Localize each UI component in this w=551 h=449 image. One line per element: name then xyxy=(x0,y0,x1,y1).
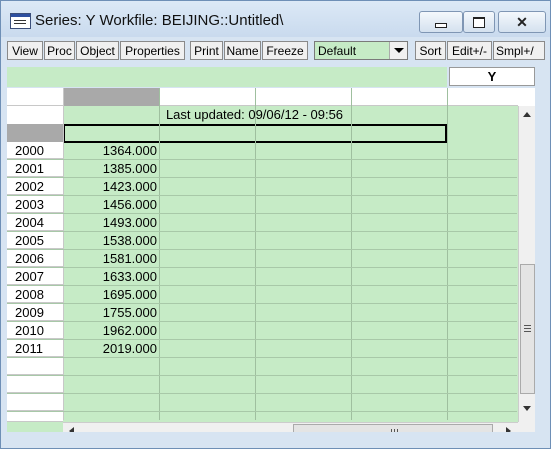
obs-blank[interactable] xyxy=(7,412,63,422)
obs-label[interactable]: 2004 xyxy=(7,214,63,231)
title-bar[interactable]: Series: Y Workfile: BEIJING::Untitled\ ✕ xyxy=(1,1,550,37)
value-cell[interactable]: 1385.000 xyxy=(63,160,159,177)
edit-toggle-button[interactable]: Edit+/- xyxy=(447,41,492,60)
corner-header xyxy=(7,88,63,106)
value-cell[interactable]: 2019.000 xyxy=(63,340,159,357)
maximize-button[interactable] xyxy=(463,11,495,33)
value-cell[interactable]: 1538.000 xyxy=(63,232,159,249)
grip-icon xyxy=(391,429,392,432)
row-header-selected[interactable] xyxy=(7,124,63,142)
obs-label[interactable]: 2002 xyxy=(7,178,63,195)
grip-icon xyxy=(524,325,531,326)
proc-button[interactable]: Proc xyxy=(44,41,75,60)
scroll-down-icon[interactable] xyxy=(523,406,531,411)
value-cell[interactable]: 1423.000 xyxy=(63,178,159,195)
obs-label[interactable]: 2006 xyxy=(7,250,63,267)
smpl-toggle-button[interactable]: Smpl+/ xyxy=(493,41,545,60)
chevron-down-icon[interactable] xyxy=(389,42,407,59)
spreadsheet-grid: Last updated: 09/06/12 - 09:56 2000 1364.… xyxy=(7,88,535,432)
value-cell[interactable]: 1755.000 xyxy=(63,304,159,321)
sample-dropdown[interactable]: Default xyxy=(314,41,408,60)
vertical-scroll-thumb[interactable] xyxy=(520,264,535,394)
close-button[interactable]: ✕ xyxy=(498,11,546,33)
freeze-button[interactable]: Freeze xyxy=(262,41,308,60)
obs-label[interactable]: 2010 xyxy=(7,322,63,339)
properties-button[interactable]: Properties xyxy=(120,41,185,60)
scroll-up-icon[interactable] xyxy=(523,112,531,117)
obs-label[interactable]: 2011 xyxy=(7,340,63,357)
window-title: Series: Y Workfile: BEIJING::Untitled\ xyxy=(35,12,284,29)
close-icon: ✕ xyxy=(516,14,528,30)
value-cell[interactable]: 1695.000 xyxy=(63,286,159,303)
series-window: Series: Y Workfile: BEIJING::Untitled\ ✕… xyxy=(0,0,551,449)
obs-label[interactable]: 2003 xyxy=(7,196,63,213)
value-cell[interactable]: 1633.000 xyxy=(63,268,159,285)
object-button[interactable]: Object xyxy=(76,41,119,60)
obs-label[interactable]: 2009 xyxy=(7,304,63,321)
scrollbar-corner xyxy=(518,422,535,432)
obs-label[interactable]: 2001 xyxy=(7,160,63,177)
print-button[interactable]: Print xyxy=(190,41,223,60)
value-cell[interactable]: 1456.000 xyxy=(63,196,159,213)
horizontal-scrollbar[interactable] xyxy=(63,422,518,432)
minimize-button[interactable] xyxy=(419,11,463,33)
value-cell[interactable]: 1962.000 xyxy=(63,322,159,339)
cell-edit-bar[interactable] xyxy=(7,67,447,87)
series-window-icon[interactable] xyxy=(10,13,31,29)
minimize-icon xyxy=(435,22,447,28)
column-header-selected[interactable] xyxy=(63,88,159,106)
header-filler xyxy=(518,88,535,106)
obs-label[interactable]: 2005 xyxy=(7,232,63,249)
value-cell[interactable]: 1493.000 xyxy=(63,214,159,231)
scroll-left-icon[interactable] xyxy=(69,427,74,432)
vertical-scrollbar[interactable] xyxy=(518,106,535,422)
sort-button[interactable]: Sort xyxy=(415,41,446,60)
obs-blank[interactable] xyxy=(7,358,63,375)
maximize-icon xyxy=(473,16,485,28)
scroll-right-icon[interactable] xyxy=(506,427,511,432)
value-cell[interactable]: 1581.000 xyxy=(63,250,159,267)
toolbar: View Proc Object Properties Print Name F… xyxy=(1,39,550,63)
series-name-header: Y xyxy=(449,67,535,86)
horizontal-scroll-thumb[interactable] xyxy=(293,424,493,432)
obs-label[interactable]: 2008 xyxy=(7,286,63,303)
obs-label[interactable]: 2007 xyxy=(7,268,63,285)
obs-blank[interactable] xyxy=(7,376,63,393)
obs-blank[interactable] xyxy=(7,394,63,411)
obs-label-blank xyxy=(7,106,63,124)
sample-dropdown-value: Default xyxy=(318,44,357,58)
obs-label[interactable]: 2000 xyxy=(7,142,63,159)
column-header[interactable] xyxy=(159,88,518,106)
view-button[interactable]: View xyxy=(7,41,43,60)
value-cell[interactable]: 1364.000 xyxy=(63,142,159,159)
name-button[interactable]: Name xyxy=(224,41,261,60)
